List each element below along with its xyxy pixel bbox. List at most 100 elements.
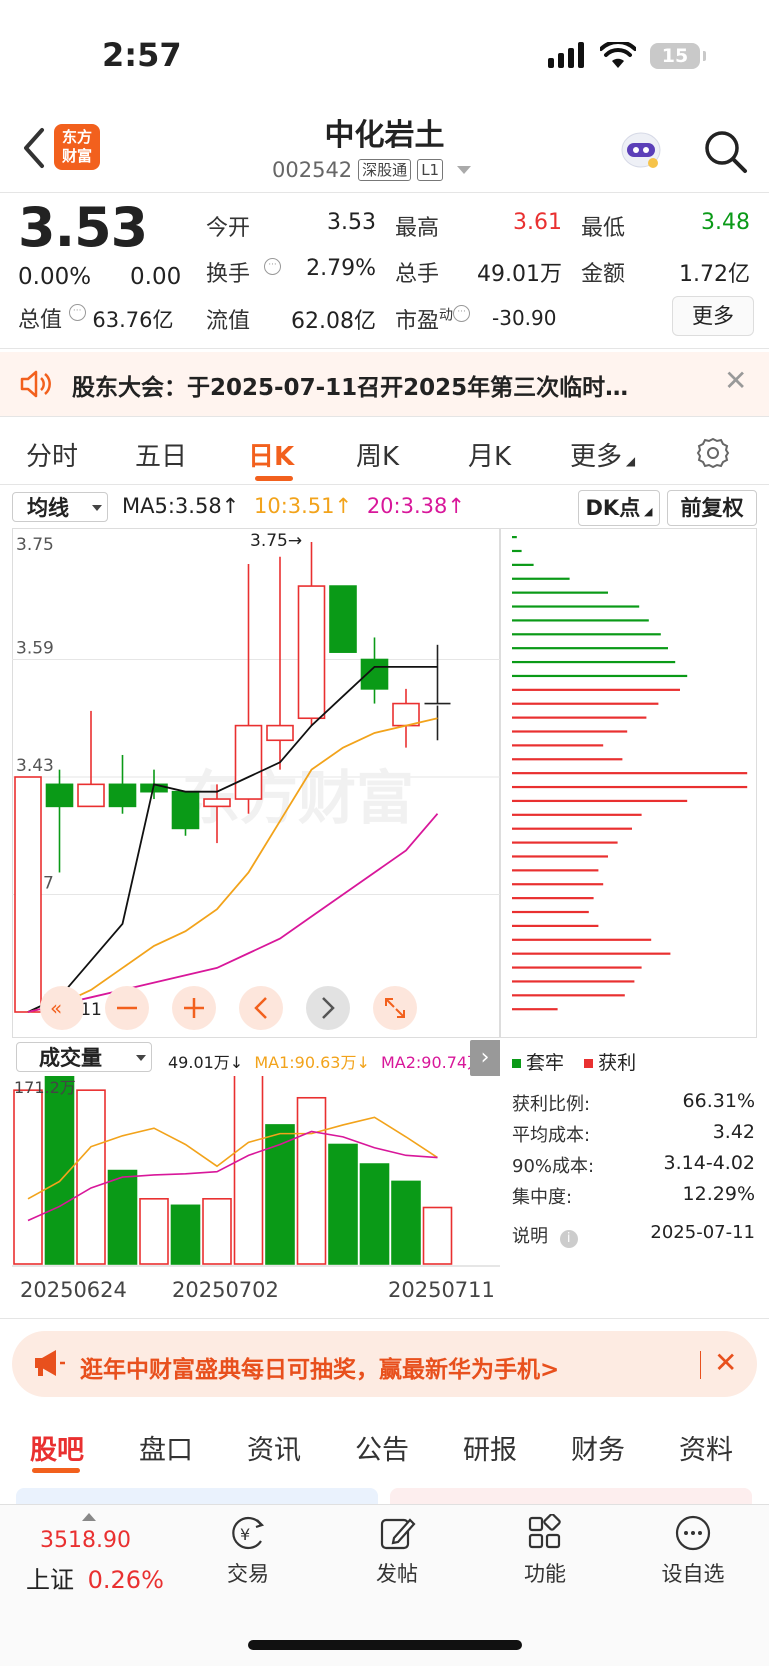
kline-chart[interactable]: 东方财富 3.753.593.433.273.11 3.75→ 3.11 «: [12, 528, 500, 1038]
chip-bar: [512, 1008, 558, 1011]
pe-label-text: 市盈: [395, 309, 440, 334]
nav-post-label: 发帖: [376, 1562, 418, 1586]
low-value: 3.48: [701, 210, 750, 235]
scroll-left-button[interactable]: «: [40, 986, 84, 1030]
chip-bar: [512, 660, 676, 664]
fullscreen-button[interactable]: [373, 986, 417, 1030]
low-label: 最低: [581, 216, 626, 241]
tab-more[interactable]: 更多 ◢: [570, 436, 635, 473]
tab-month-k[interactable]: 月K: [468, 436, 511, 473]
tabs-divider: [0, 484, 769, 485]
chip-bar: [512, 994, 625, 997]
chevron-up-icon[interactable]: [82, 1513, 96, 1521]
content-cards-preview: [16, 1484, 756, 1504]
candle-body: [171, 790, 200, 830]
x-date-start: 20250624: [20, 1278, 127, 1302]
tab-research[interactable]: 研报: [463, 1428, 517, 1467]
chip-bar: [512, 758, 623, 761]
chip-bar: [512, 563, 534, 566]
candle-body: [392, 702, 420, 727]
stock-code-row[interactable]: 002542 深股通 L1: [272, 158, 472, 182]
info-dots-icon[interactable]: ···: [264, 258, 281, 275]
nav-post[interactable]: 发帖: [347, 1514, 447, 1588]
ma-select[interactable]: 均线: [12, 492, 108, 522]
cost90-label: 90%成本:: [512, 1156, 595, 1177]
header-divider: [0, 192, 769, 193]
chevron-down-icon[interactable]: [457, 166, 472, 174]
promo-text[interactable]: 逛年中财富盛典每日可抽奖，赢最新华为手机>: [80, 1350, 559, 1384]
active-tab-indicator: [255, 476, 293, 481]
volume-bar: [139, 1198, 169, 1265]
amount-value: 1.72亿: [679, 262, 750, 287]
dk-point-button[interactable]: DK点 ◢: [578, 490, 660, 526]
chip-bar: [512, 536, 517, 539]
pe-value: -30.90: [492, 306, 557, 330]
ma-select-label: 均线: [27, 496, 69, 520]
change-percent: 0.00%: [18, 264, 92, 290]
zoom-out-button[interactable]: [105, 986, 149, 1030]
chevron-right-icon[interactable]: ›: [470, 1040, 500, 1076]
quote-divider: [0, 348, 769, 349]
tab-announcements[interactable]: 公告: [355, 1428, 409, 1467]
wifi-icon: [600, 42, 636, 68]
avg-cost-label: 平均成本:: [512, 1125, 591, 1146]
volume-bar: [233, 1076, 264, 1265]
close-icon[interactable]: ✕: [714, 1346, 737, 1379]
chip-bar: [512, 813, 642, 816]
close-icon[interactable]: ✕: [724, 364, 747, 397]
stock-code: 002542: [272, 158, 353, 182]
candle-body: [14, 776, 42, 1013]
volume-bar: [76, 1089, 106, 1265]
megaphone-icon: [35, 1350, 65, 1376]
chip-bar: [512, 688, 680, 691]
chip-bar: [512, 633, 661, 636]
candle-body: [77, 783, 105, 808]
info-dots-icon[interactable]: ···: [68, 304, 86, 321]
legend-hold: 套牢: [526, 1052, 565, 1074]
nav-functions[interactable]: 功能: [495, 1514, 595, 1588]
next-button[interactable]: [306, 986, 350, 1030]
tab-financials[interactable]: 财务: [571, 1428, 625, 1467]
chip-legend: 套牢 获利: [512, 1048, 636, 1075]
index-row[interactable]: 上证 0.26%: [26, 1560, 164, 1595]
y-tick-label: 3.59: [16, 639, 54, 659]
tab-pankou[interactable]: 盘口: [139, 1428, 193, 1467]
float-value: 62.08亿: [291, 309, 376, 334]
tab-intraday[interactable]: 分时: [26, 436, 78, 473]
tab-day-k[interactable]: 日K: [248, 436, 294, 473]
volume-max-label: 171.2万: [14, 1078, 76, 1097]
concentration-value: 12.29%: [682, 1183, 755, 1205]
dk-label: DK点: [585, 496, 641, 520]
search-icon[interactable]: [700, 126, 750, 176]
nav-trade[interactable]: ¥ 交易: [198, 1514, 298, 1588]
tab-five-day[interactable]: 五日: [135, 436, 187, 473]
tab-news[interactable]: 资讯: [247, 1428, 301, 1467]
robot-assistant-icon[interactable]: [618, 128, 664, 172]
index-price[interactable]: 3518.90: [40, 1528, 131, 1553]
volume-legend: 49.01万↓ MA1:90.63万↓ MA2:90.74万↓: [168, 1049, 497, 1073]
announcement-text[interactable]: 股东大会：于2025-07-11召开2025年第三次临时…: [72, 368, 628, 402]
previous-button[interactable]: [239, 986, 283, 1030]
avg-cost-value: 3.42: [712, 1121, 755, 1143]
turnover-label: 换手: [206, 262, 251, 287]
more-button[interactable]: 更多: [672, 296, 754, 336]
volume-total: 49.01万↓: [168, 1053, 244, 1072]
candle-body: [297, 585, 326, 720]
ma5-value: MA5:3.58↑: [122, 494, 240, 518]
volume-bar: [359, 1163, 390, 1265]
price-adjust-button[interactable]: 前复权: [667, 490, 757, 526]
info-dots-icon[interactable]: ···: [453, 305, 471, 322]
gear-icon[interactable]: [696, 436, 730, 470]
chip-bar: [512, 730, 628, 733]
nav-add-watchlist-label: 设自选: [661, 1562, 725, 1586]
nav-add-watchlist[interactable]: 设自选: [643, 1514, 743, 1588]
explain-link[interactable]: 说明 i: [512, 1222, 578, 1248]
promo-separator: [700, 1351, 701, 1379]
volume-indicator-select[interactable]: 成交量: [16, 1042, 152, 1072]
zoom-in-button[interactable]: [172, 986, 216, 1030]
ma20-value: 20:3.38↑: [366, 494, 465, 518]
chart-bottom-divider: [0, 1318, 769, 1319]
tab-profile[interactable]: 资料: [679, 1428, 733, 1467]
tab-guba[interactable]: 股吧: [30, 1428, 84, 1467]
tab-week-k[interactable]: 周K: [356, 436, 399, 473]
